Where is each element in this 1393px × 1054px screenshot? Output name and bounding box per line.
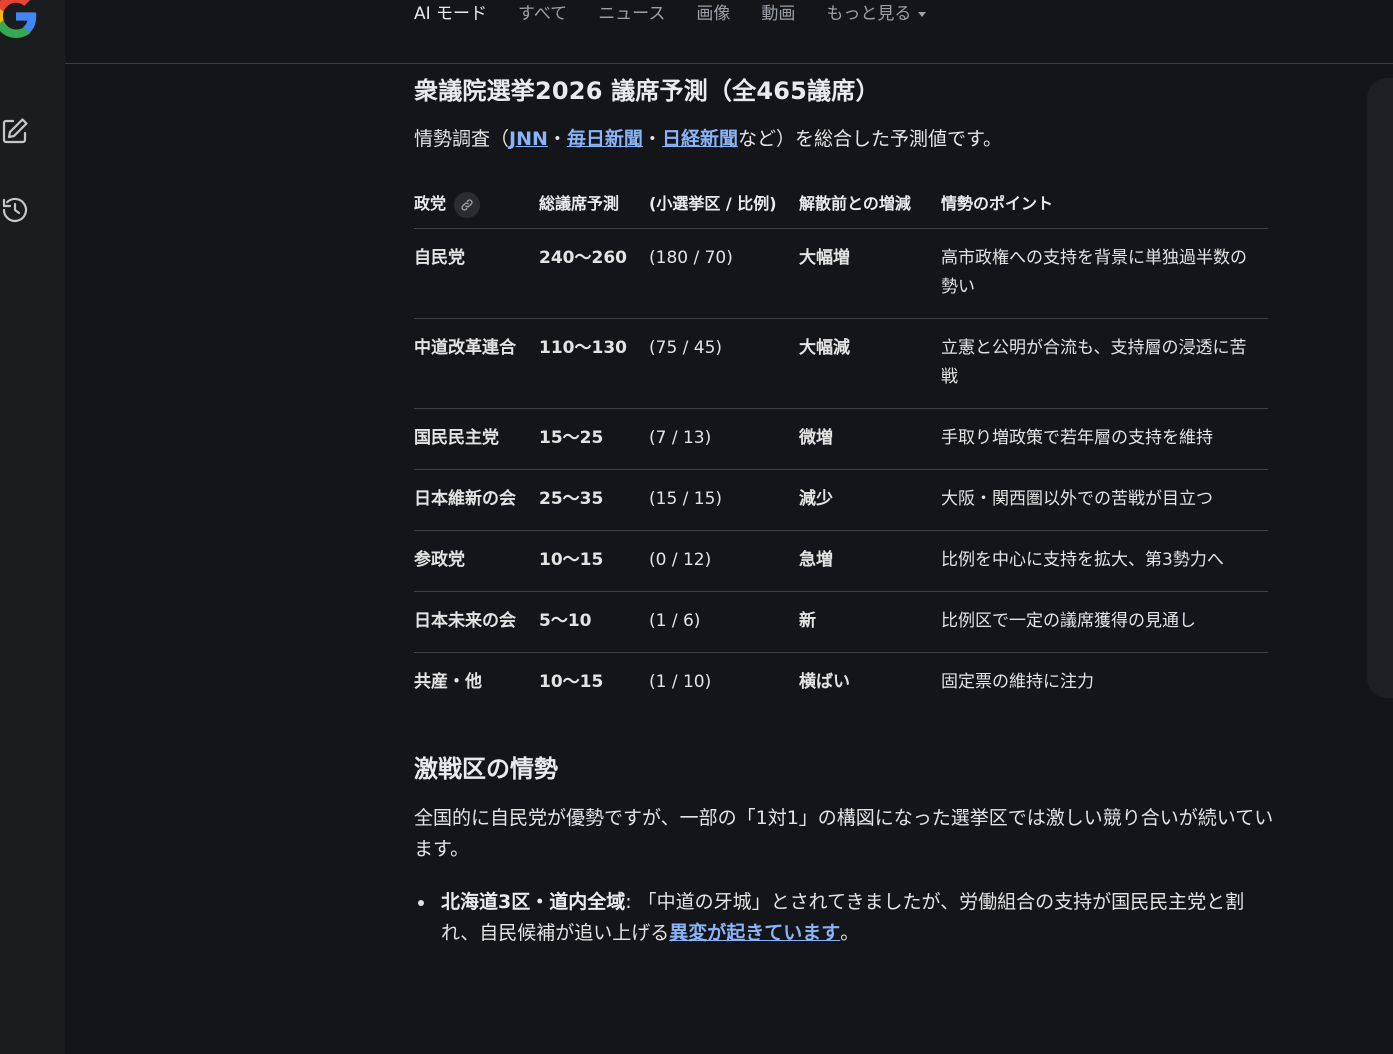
edit-icon xyxy=(2,118,28,144)
cell-split: (15 / 15) xyxy=(649,469,799,531)
lead-prefix: 情勢調査（ xyxy=(414,128,510,150)
table-row: 国民民主党 15〜25 (7 / 13) 微増 手取り増政策で若年層の支持を維持 xyxy=(414,408,1268,470)
source-sep: ・ xyxy=(547,128,567,150)
new-chat-button[interactable] xyxy=(0,116,30,146)
cell-change: 新 xyxy=(799,591,941,653)
cell-change: 減少 xyxy=(799,469,941,531)
header-total: 総議席予測 xyxy=(539,194,620,213)
cell-total: 240〜260 xyxy=(539,228,649,319)
bullet-bold: 北海道3区・道内全域 xyxy=(441,891,626,913)
cell-party: 共産・他 xyxy=(414,652,539,713)
cell-change: 横ばい xyxy=(799,652,941,713)
link-icon xyxy=(461,198,473,211)
cell-split: (75 / 45) xyxy=(649,318,799,409)
source-link-jnn[interactable]: JNN xyxy=(509,128,548,150)
tab-all[interactable]: すべて xyxy=(518,0,567,28)
cell-point: 固定票の維持に注力 xyxy=(941,652,1268,713)
cell-point: 大阪・関西圏以外での苦戦が目立つ xyxy=(941,469,1268,531)
search-tabs-bar: AI モード すべて ニュース 画像 動画 もっと見る xyxy=(65,0,1393,64)
source-sep: ・ xyxy=(642,128,662,150)
cell-total: 25〜35 xyxy=(539,469,649,531)
cell-split: (0 / 12) xyxy=(649,530,799,592)
cell-change: 急増 xyxy=(799,530,941,592)
tab-list: AI モード すべて ニュース 画像 動画 もっと見る xyxy=(414,0,957,28)
left-rail xyxy=(0,0,65,1054)
inline-link[interactable]: 異変が起きています xyxy=(669,922,840,944)
table-row: 中道改革連合 110〜130 (75 / 45) 大幅減 立憲と公明が合流も、支… xyxy=(414,318,1268,409)
header-point: 情勢のポイント xyxy=(941,194,1054,213)
cell-change: 微増 xyxy=(799,408,941,470)
tab-ai-mode[interactable]: AI モード xyxy=(414,0,487,28)
cell-party: 日本維新の会 xyxy=(414,469,539,531)
cell-split: (1 / 10) xyxy=(649,652,799,713)
cell-point: 手取り増政策で若年層の支持を維持 xyxy=(941,408,1268,470)
cell-split: (180 / 70) xyxy=(649,228,799,319)
table-header-row: 政党 総議席予測 (小選挙区 / 比例) 解散前との増減 情勢のポイント xyxy=(414,178,1268,229)
tab-images[interactable]: 画像 xyxy=(696,0,730,28)
cell-change: 大幅減 xyxy=(799,318,941,409)
answer-content: 衆議院選挙2026 議席予測（全465議席） 情勢調査（JNN・毎日新聞・日経新… xyxy=(414,70,1274,965)
cell-party: 参政党 xyxy=(414,530,539,592)
table-row: 参政党 10〜15 (0 / 12) 急増 比例を中心に支持を拡大、第3勢力へ xyxy=(414,530,1268,592)
tab-more-label: もっと見る xyxy=(826,4,912,24)
cell-total: 10〜15 xyxy=(539,652,649,713)
cell-party: 日本未来の会 xyxy=(414,591,539,653)
cell-split: (7 / 13) xyxy=(649,408,799,470)
tab-videos[interactable]: 動画 xyxy=(761,0,795,28)
list-item: 北海道3区・道内全域: 「中道の牙城」とされてきましたが、労働組合の支持が国民民… xyxy=(414,887,1274,949)
cell-total: 5〜10 xyxy=(539,591,649,653)
side-panel-edge[interactable] xyxy=(1367,78,1393,698)
cell-point: 比例を中心に支持を拡大、第3勢力へ xyxy=(941,530,1268,592)
history-button[interactable] xyxy=(0,195,30,225)
cell-split: (1 / 6) xyxy=(649,591,799,653)
tab-news[interactable]: ニュース xyxy=(598,0,665,28)
cell-party: 中道改革連合 xyxy=(414,318,539,409)
bullet-tail: 。 xyxy=(840,922,860,944)
header-change: 解散前との増減 xyxy=(799,194,911,213)
link-chip[interactable] xyxy=(454,191,481,218)
cell-point: 比例区で一定の議席獲得の見通し xyxy=(941,591,1268,653)
source-link-nikkei[interactable]: 日経新聞 xyxy=(662,128,738,150)
tab-more[interactable]: もっと見る xyxy=(826,0,927,28)
header-party: 政党 xyxy=(414,178,539,229)
cell-total: 10〜15 xyxy=(539,530,649,592)
table-row: 自民党 240〜260 (180 / 70) 大幅増 高市政権への支持を背景に単… xyxy=(414,228,1268,319)
cell-party: 国民民主党 xyxy=(414,408,539,470)
answer-title: 衆議院選挙2026 議席予測（全465議席） xyxy=(414,77,880,105)
main-area: AI モード すべて ニュース 画像 動画 もっと見る 衆議院選挙2026 議席… xyxy=(65,0,1393,1054)
answer-lead: 情勢調査（JNN・毎日新聞・日経新聞など）を総合した予測値です。 xyxy=(414,123,1274,155)
cell-party: 自民党 xyxy=(414,228,539,319)
bullet-list: 北海道3区・道内全域: 「中道の牙城」とされてきましたが、労働組合の支持が国民民… xyxy=(414,887,1274,949)
seat-forecast-table: 政党 総議席予測 (小選挙区 / 比例) 解散前との増減 情勢のポイント 自民党… xyxy=(414,178,1268,713)
table-row: 共産・他 10〜15 (1 / 10) 横ばい 固定票の維持に注力 xyxy=(414,652,1268,713)
cell-point: 高市政権への支持を背景に単独過半数の勢い xyxy=(941,228,1268,319)
header-party-label: 政党 xyxy=(414,194,447,213)
cell-total: 15〜25 xyxy=(539,408,649,470)
header-split: (小選挙区 / 比例) xyxy=(649,194,777,213)
cell-point: 立憲と公明が合流も、支持層の浸透に苦戦 xyxy=(941,318,1268,409)
cell-change: 大幅増 xyxy=(799,228,941,319)
table-row: 日本未来の会 5〜10 (1 / 6) 新 比例区で一定の議席獲得の見通し xyxy=(414,591,1268,653)
table-row: 日本維新の会 25〜35 (15 / 15) 減少 大阪・関西圏以外での苦戦が目… xyxy=(414,469,1268,531)
chevron-down-icon xyxy=(918,11,927,17)
lead-suffix: など）を総合した予測値です。 xyxy=(737,128,1003,150)
cell-total: 110〜130 xyxy=(539,318,649,409)
source-link-mainichi[interactable]: 毎日新聞 xyxy=(567,128,643,150)
section-heading: 激戦区の情勢 xyxy=(414,755,558,783)
history-icon xyxy=(2,197,28,223)
google-logo[interactable] xyxy=(0,0,38,38)
section-body: 全国的に自民党が優勢ですが、一部の「1対1」の構図になった選挙区では激しい競り合… xyxy=(414,807,1274,860)
